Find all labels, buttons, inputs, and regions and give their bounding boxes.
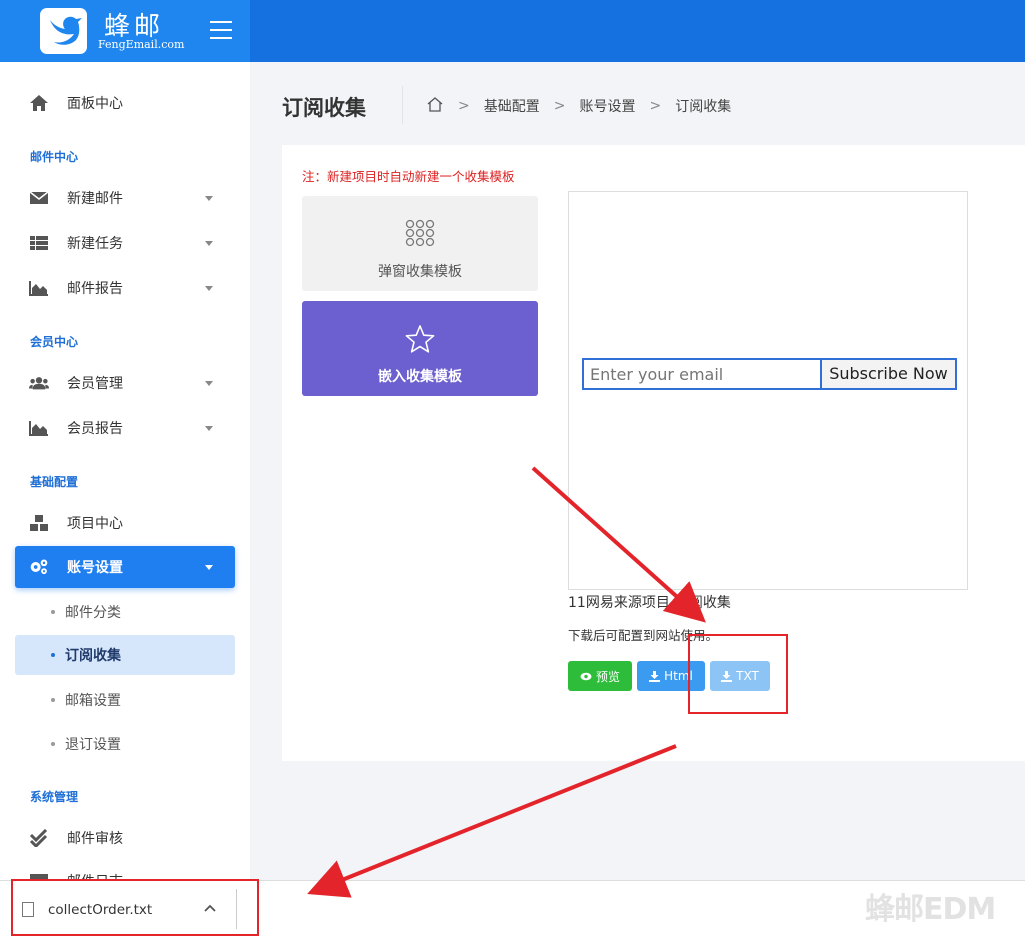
sidebar-subitem-mailbox-settings[interactable]: 邮箱设置: [15, 680, 235, 720]
email-input[interactable]: [582, 358, 821, 390]
caret-down-icon: [205, 565, 213, 570]
sidebar-item-new-task[interactable]: 新建任务: [15, 222, 235, 264]
bird-logo-icon[interactable]: [40, 8, 87, 54]
sidebar-subitem-label: 订阅收集: [65, 648, 121, 664]
boxes-icon: [29, 514, 49, 532]
area-chart-icon: [29, 419, 49, 437]
breadcrumb-item[interactable]: 账号设置: [579, 96, 635, 116]
preview-button[interactable]: 预览: [568, 661, 632, 691]
sidebar-item-label: 账号设置: [67, 560, 123, 576]
sidebar-subitem-label: 邮件分类: [65, 605, 121, 621]
preview-button-label: 预览: [595, 669, 620, 684]
template-preview-frame: [568, 191, 968, 590]
users-icon: [29, 374, 49, 392]
sidebar-section-mail: 邮件中心: [30, 150, 79, 164]
caret-down-icon: [205, 196, 213, 201]
sidebar-item-label: 邮件审核: [67, 831, 123, 847]
sidebar-subitem-label: 退订设置: [65, 737, 121, 753]
popup-template-label: 弹窗收集模板: [378, 264, 462, 280]
sidebar-item-member-manage[interactable]: 会员管理: [15, 362, 235, 404]
brand-domain: FengEmail.com: [98, 38, 185, 51]
brand-area: 蜂邮 FengEmail.com: [0, 0, 250, 62]
chevron-right-icon: >: [649, 98, 662, 114]
sidebar-section-basic: 基础配置: [30, 475, 79, 489]
envelope-icon: [29, 189, 49, 207]
caret-down-icon: [205, 381, 213, 386]
chevron-right-icon: >: [458, 98, 470, 114]
caret-down-icon: [205, 426, 213, 431]
annotation-box-txt: [688, 634, 788, 714]
menu-toggle-icon[interactable]: [210, 21, 232, 41]
bullet-icon: [51, 610, 55, 614]
sidebar: 面板中心 邮件中心 新建邮件 新建任务 邮件报告 会员中心 会员管理 会员报告 …: [0, 62, 250, 880]
bullet-icon: [51, 742, 55, 746]
sidebar-item-mail-log[interactable]: 邮件日志: [15, 860, 235, 880]
sidebar-section-system: 系统管理: [30, 790, 79, 804]
bullet-icon: [51, 698, 55, 702]
annotation-arrow-to-download: [307, 744, 677, 898]
sidebar-subitem-mail-category[interactable]: 邮件分类: [15, 592, 235, 632]
sidebar-item-label: 邮件报告: [67, 281, 123, 297]
sidebar-item-label: 会员管理: [67, 376, 123, 392]
breadcrumb: > 基础配置 > 账号设置 > 订阅收集: [426, 96, 731, 116]
template-note: 注：新建项目时自动新建一个收集模板: [302, 169, 515, 184]
top-header: 蜂邮 FengEmail.com: [0, 0, 1025, 62]
title-divider: [402, 86, 403, 124]
sidebar-subitem-unsubscribe-settings[interactable]: 退订设置: [15, 724, 235, 764]
breadcrumb-item[interactable]: 基础配置: [484, 96, 540, 116]
sidebar-item-label: 面板中心: [67, 96, 123, 112]
chevron-right-icon: >: [553, 98, 566, 114]
watermark-logo: 蜂邮EDM: [865, 892, 996, 927]
page-title: 订阅收集: [282, 96, 366, 120]
sidebar-item-dashboard[interactable]: 面板中心: [15, 82, 235, 124]
eye-icon: [580, 672, 592, 680]
embed-template-label: 嵌入收集模板: [378, 369, 462, 385]
sidebar-item-label: 会员报告: [67, 421, 123, 437]
breadcrumb-item: 订阅收集: [675, 99, 732, 115]
subscribe-now-button[interactable]: Subscribe Now: [820, 358, 957, 390]
caret-down-icon: [205, 286, 213, 291]
download-icon: [649, 670, 661, 682]
area-chart-icon: [29, 279, 49, 297]
embed-template-card[interactable]: 嵌入收集模板: [302, 301, 538, 396]
star-icon: [405, 325, 435, 353]
sidebar-item-new-mail[interactable]: 新建邮件: [15, 177, 235, 219]
project-info-text: 11网易来源项目-订阅收集: [568, 595, 731, 611]
sidebar-item-member-report[interactable]: 会员报告: [15, 407, 235, 449]
annotation-box-download: [11, 879, 259, 936]
popup-template-card[interactable]: 弹窗收集模板: [302, 196, 538, 291]
sidebar-item-project-center[interactable]: 项目中心: [15, 502, 235, 544]
sidebar-section-member: 会员中心: [30, 335, 79, 349]
sidebar-subitem-label: 邮箱设置: [65, 693, 121, 709]
sidebar-item-account-settings[interactable]: 账号设置: [15, 546, 235, 588]
sidebar-item-label: 新建任务: [67, 236, 123, 252]
grid-dots-icon: [405, 219, 435, 247]
breadcrumb-home-icon[interactable]: [426, 96, 444, 116]
bullet-icon: [51, 653, 55, 657]
sidebar-item-mail-report[interactable]: 邮件报告: [15, 267, 235, 309]
caret-down-icon: [205, 241, 213, 246]
list-icon: [29, 234, 49, 252]
home-icon: [29, 94, 49, 112]
sidebar-item-label: 项目中心: [67, 516, 123, 532]
sidebar-item-mail-review[interactable]: 邮件审核: [15, 817, 235, 859]
double-check-icon: [29, 829, 49, 847]
gears-icon: [29, 558, 49, 576]
sidebar-subitem-subscribe-collect[interactable]: 订阅收集: [15, 635, 235, 675]
sidebar-item-label: 新建邮件: [67, 191, 123, 207]
